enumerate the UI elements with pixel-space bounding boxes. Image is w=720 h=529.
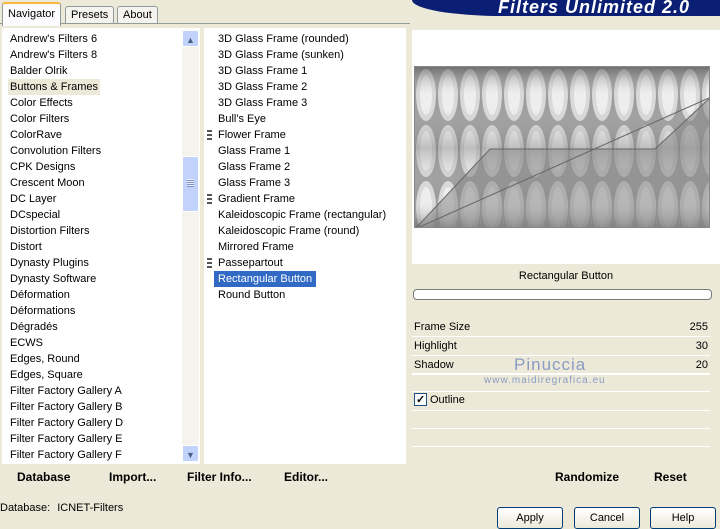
filter-item[interactable]: Glass Frame 3 xyxy=(214,175,388,191)
category-item[interactable]: Edges, Square xyxy=(8,367,125,383)
category-item[interactable]: Dégradés xyxy=(8,319,125,335)
group-marker-icon xyxy=(207,258,212,268)
category-item[interactable]: Dynasty Software xyxy=(8,271,125,287)
watermark-name: Pinuccia xyxy=(514,355,587,374)
category-item[interactable]: Andrew's Filters 6 xyxy=(8,31,125,47)
filter-item[interactable]: 3D Glass Frame 2 xyxy=(214,79,388,95)
app-banner: Filters Unlimited 2.0 xyxy=(412,0,720,16)
filter-item[interactable]: Passepartout xyxy=(214,255,388,271)
filter-item[interactable]: Glass Frame 1 xyxy=(214,143,388,159)
category-item[interactable]: Convolution Filters xyxy=(8,143,125,159)
category-item[interactable]: Distortion Filters xyxy=(8,223,125,239)
randomize-link[interactable]: Randomize xyxy=(555,470,619,484)
outline-checkbox[interactable] xyxy=(414,391,427,409)
progress-bar xyxy=(413,289,712,300)
tab-presets[interactable]: Presets xyxy=(65,6,115,24)
category-item[interactable]: Filter Factory Gallery B xyxy=(8,399,125,415)
filter-item[interactable]: Glass Frame 2 xyxy=(214,159,388,175)
category-item[interactable]: Filter Factory Gallery E xyxy=(8,431,125,447)
category-item[interactable]: Déformation xyxy=(8,287,125,303)
category-item[interactable]: Filter Factory Gallery F xyxy=(8,447,125,463)
param-value: 30 xyxy=(695,340,708,352)
category-item[interactable]: ECWS xyxy=(8,335,125,351)
apply-button[interactable]: Apply xyxy=(497,507,563,529)
category-item[interactable]: Filter Factory Gallery D xyxy=(8,415,125,431)
command-bar: Database Import... Filter Info... Editor… xyxy=(0,466,720,490)
outline-label: Outline xyxy=(430,394,465,406)
app-title: Filters Unlimited 2.0 xyxy=(497,0,690,16)
watermark-url: www.maidiregrafica.eu xyxy=(484,375,606,386)
filter-item[interactable]: Kaleidoscopic Frame (rectangular) xyxy=(214,207,388,223)
tab-navigator[interactable]: Navigator xyxy=(2,2,62,26)
scroll-down-button[interactable]: ▼ xyxy=(182,445,199,462)
chevron-down-icon: ▼ xyxy=(186,450,195,460)
category-item[interactable]: Buttons & Frames xyxy=(8,79,101,95)
category-item[interactable]: Filter Factory Gallery A xyxy=(8,383,125,399)
filter-item[interactable]: 3D Glass Frame 1 xyxy=(214,63,388,79)
param-label: Shadow xyxy=(414,359,454,371)
filter-item[interactable]: Round Button xyxy=(214,287,388,303)
category-item[interactable]: Distort xyxy=(8,239,125,255)
filter-info-link[interactable]: Filter Info... xyxy=(187,470,252,484)
outline-checkbox-row[interactable]: Outline xyxy=(412,391,710,409)
database-link[interactable]: Database xyxy=(17,470,70,484)
help-button[interactable]: Help xyxy=(650,507,716,529)
category-item[interactable]: Color Filters xyxy=(8,111,125,127)
chevron-up-icon: ▲ xyxy=(186,35,195,45)
tab-about[interactable]: About xyxy=(117,6,158,24)
cancel-button[interactable]: Cancel xyxy=(574,507,640,529)
param-value: 255 xyxy=(689,321,708,333)
scroll-thumb[interactable] xyxy=(182,156,199,212)
filter-item[interactable]: Gradient Frame xyxy=(214,191,388,207)
category-item[interactable]: DC Layer xyxy=(8,191,125,207)
filter-item[interactable]: 3D Glass Frame (sunken) xyxy=(214,47,388,63)
group-marker-icon xyxy=(207,194,212,204)
group-marker-icon xyxy=(207,130,212,140)
param-label: Highlight xyxy=(414,340,457,352)
category-item[interactable]: Color Effects xyxy=(8,95,125,111)
param-frame-size[interactable]: Frame Size 255 xyxy=(412,318,710,337)
param-divider xyxy=(412,410,710,411)
filter-list: 3D Glass Frame (rounded) 3D Glass Frame (… xyxy=(207,31,388,303)
filter-item[interactable]: 3D Glass Frame (rounded) xyxy=(214,31,388,47)
reset-link[interactable]: Reset xyxy=(654,470,687,484)
filter-item[interactable]: Mirrored Frame xyxy=(214,239,388,255)
category-item[interactable]: Andrew's Filters 8 xyxy=(8,47,125,63)
import-link[interactable]: Import... xyxy=(109,470,156,484)
category-item[interactable]: Déformations xyxy=(8,303,125,319)
preview-filter-name: Rectangular Button xyxy=(518,270,614,282)
tab-divider xyxy=(0,23,410,24)
database-status-label: Database: xyxy=(0,502,51,514)
category-item[interactable]: Crescent Moon xyxy=(8,175,125,191)
database-status-value: ICNET-Filters xyxy=(57,502,124,514)
tab-strip: Navigator Presets About xyxy=(0,0,410,26)
filter-item[interactable]: 3D Glass Frame 3 xyxy=(214,95,388,111)
param-divider xyxy=(412,446,710,447)
scroll-up-button[interactable]: ▲ xyxy=(182,30,199,47)
param-highlight[interactable]: Highlight 30 xyxy=(412,337,710,356)
category-item[interactable]: CPK Designs xyxy=(8,159,125,175)
category-scrollbar[interactable]: ▲ ▼ xyxy=(182,30,199,462)
param-label: Frame Size xyxy=(414,321,471,333)
filter-item[interactable]: Rectangular Button xyxy=(214,271,317,287)
grip-icon xyxy=(187,179,194,187)
filter-item[interactable]: Flower Frame xyxy=(214,127,388,143)
preview-image xyxy=(414,66,710,228)
editor-link[interactable]: Editor... xyxy=(284,470,328,484)
filter-item[interactable]: Kaleidoscopic Frame (round) xyxy=(214,223,388,239)
param-divider xyxy=(412,428,710,429)
category-list: Andrew's Filters 6 Andrew's Filters 8 Bald… xyxy=(8,31,125,463)
status-bar: Database: ICNET-Filters xyxy=(0,502,123,514)
category-item[interactable]: ColorRave xyxy=(8,127,125,143)
category-item[interactable]: Balder Olrik xyxy=(8,63,125,79)
param-value: 20 xyxy=(695,359,708,371)
filter-item[interactable]: Bull's Eye xyxy=(214,111,388,127)
category-item[interactable]: DCspecial xyxy=(8,207,125,223)
category-item[interactable]: Dynasty Plugins xyxy=(8,255,125,271)
category-item[interactable]: Edges, Round xyxy=(8,351,125,367)
